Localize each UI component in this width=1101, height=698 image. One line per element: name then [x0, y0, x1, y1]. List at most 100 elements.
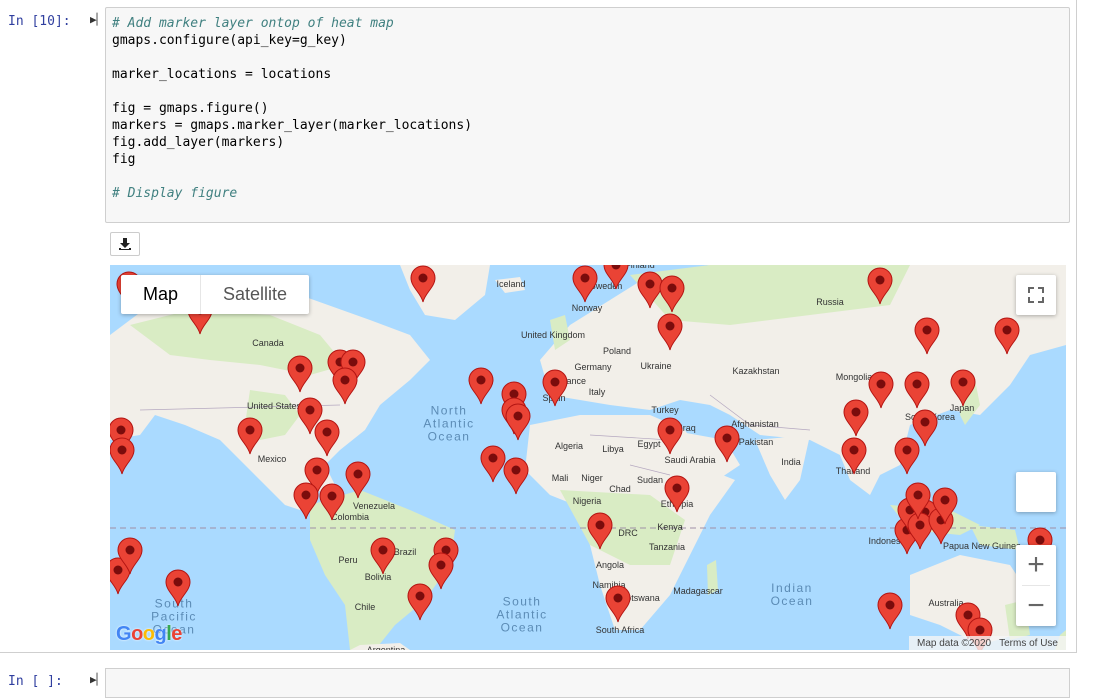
map-marker-icon[interactable] [659, 275, 685, 313]
map-marker-icon[interactable] [657, 313, 683, 351]
map-marker-icon[interactable] [407, 583, 433, 621]
terms-link[interactable]: Terms of Use [995, 638, 1062, 649]
country-label: United States [246, 401, 302, 411]
country-label: Pakistan [738, 437, 774, 447]
map-marker-icon[interactable] [505, 403, 531, 441]
map-marker-icon[interactable] [894, 437, 920, 475]
map-marker-icon[interactable] [287, 355, 313, 393]
map-marker-icon[interactable] [904, 371, 930, 409]
zoom-control: + − [1016, 545, 1056, 626]
country-label: India [781, 457, 801, 467]
code-line: fig.add_layer(markers) [112, 135, 285, 150]
country-label: Italy [588, 387, 606, 397]
country-label: Poland [602, 346, 632, 356]
map-marker-icon[interactable] [587, 512, 613, 550]
country-label: Niger [581, 473, 603, 483]
map-marker-icon[interactable] [714, 425, 740, 463]
map-marker-icon[interactable] [664, 475, 690, 513]
country-label: Kazakhstan [732, 366, 780, 376]
country-label: Finland [625, 265, 655, 270]
country-label: Germany [574, 362, 612, 372]
country-label: Kenya [657, 522, 683, 532]
map-marker-icon[interactable] [657, 417, 683, 455]
country-label: Libya [602, 444, 624, 454]
country-label: Russia [816, 297, 844, 307]
next-code-editor[interactable] [105, 668, 1070, 698]
map-attribution: Map data ©2020 Terms of Use [909, 636, 1066, 650]
google-logo[interactable]: Google [116, 623, 182, 646]
country-label: Norway [571, 303, 603, 313]
download-button[interactable] [110, 232, 140, 256]
map-marker-icon[interactable] [932, 487, 958, 525]
map-marker-icon[interactable] [867, 267, 893, 305]
map-marker-icon[interactable] [237, 417, 263, 455]
country-label: Mexico [257, 454, 287, 464]
country-label: Brazil [393, 547, 417, 557]
map-marker-icon[interactable] [319, 483, 345, 521]
country-label: Venezuela [352, 501, 396, 511]
map-marker-icon[interactable] [950, 369, 976, 407]
map-marker-icon[interactable] [572, 265, 598, 303]
code-line: fig = gmaps.figure() [112, 101, 269, 116]
map-marker-icon[interactable] [868, 371, 894, 409]
map-marker-icon[interactable] [841, 437, 867, 475]
map-marker-icon[interactable] [293, 482, 319, 520]
map-marker-icon[interactable] [994, 317, 1020, 355]
map-marker-icon[interactable] [468, 367, 494, 405]
country-label: Turkey [651, 405, 679, 415]
country-label: Mali [551, 473, 569, 483]
country-label: DRC [618, 528, 638, 538]
map-data-text[interactable]: Map data ©2020 [913, 638, 995, 649]
map-marker-icon[interactable] [542, 369, 568, 407]
country-label: Chad [609, 484, 631, 494]
zoom-in-button[interactable]: + [1016, 545, 1056, 585]
map-marker-icon[interactable] [332, 367, 358, 405]
country-label: South Africa [595, 625, 645, 635]
map-marker-icon[interactable] [314, 419, 340, 457]
code-line: # Display figure [112, 186, 238, 201]
code-line: fig [112, 152, 136, 167]
map-marker-icon[interactable] [410, 265, 436, 303]
country-label: Iceland [496, 279, 526, 289]
country-label: Tanzania [648, 542, 686, 552]
country-label: Papua New Guinea [942, 541, 1022, 551]
map-marker-icon[interactable] [605, 585, 631, 623]
map-type-map-button[interactable]: Map [121, 275, 200, 314]
fullscreen-button[interactable] [1016, 275, 1056, 315]
map-marker-icon[interactable] [165, 569, 191, 607]
map-marker-icon[interactable] [110, 437, 135, 475]
google-map[interactable]: Iceland Sweden Finland Norway Russia United K… [110, 265, 1066, 650]
ocean-label: North Atlantic Ocean [423, 403, 475, 444]
map-type-satellite-button[interactable]: Satellite [200, 275, 309, 314]
country-label: Angola [595, 560, 625, 570]
zoom-out-button[interactable]: − [1016, 586, 1056, 626]
map-marker-icon[interactable] [117, 537, 143, 575]
map-marker-icon[interactable] [877, 592, 903, 630]
input-prompt: In [10]: [8, 14, 71, 29]
map-type-control: Map Satellite [121, 275, 310, 314]
map-marker-icon[interactable] [603, 265, 629, 290]
pegman-button[interactable] [1016, 472, 1056, 512]
code-line: marker_locations = locations [112, 67, 332, 82]
country-label: Algeria [554, 441, 584, 451]
country-label: Peru [338, 555, 358, 565]
ocean-label: South Atlantic Ocean [496, 594, 548, 635]
country-label: United Kingdom [520, 330, 586, 340]
code-line: # Add marker layer ontop of heat map [112, 16, 394, 31]
map-marker-icon[interactable] [370, 537, 396, 575]
country-label: Mongolia [835, 372, 873, 382]
download-icon [119, 238, 131, 250]
country-label: Argentina [366, 645, 406, 650]
map-marker-icon[interactable] [914, 317, 940, 355]
run-cell-icon[interactable]: ▶▏ [90, 13, 103, 26]
country-label: Madagascar [673, 586, 723, 596]
run-next-cell-icon[interactable]: ▶▏ [90, 673, 103, 686]
map-marker-icon[interactable] [843, 399, 869, 437]
map-marker-icon[interactable] [345, 461, 371, 499]
map-marker-icon[interactable] [905, 482, 931, 520]
code-editor[interactable]: # Add marker layer ontop of heat map gmap… [105, 7, 1070, 223]
code-line: markers = gmaps.marker_layer(marker_loca… [112, 118, 473, 133]
country-label: Nigeria [572, 496, 602, 506]
map-marker-icon[interactable] [503, 457, 529, 495]
country-label: Saudi Arabia [664, 455, 716, 465]
